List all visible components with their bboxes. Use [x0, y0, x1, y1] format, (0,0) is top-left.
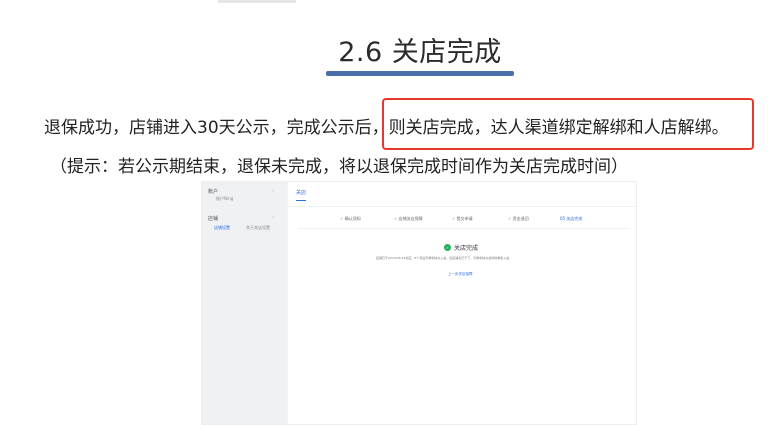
prev-step-link[interactable]: 上一步关店保障 — [448, 272, 473, 277]
body-line-2: （提示：若公示期结束，退保未完成，将以退保完成时间作为关店完成时间） — [50, 157, 628, 177]
check-circle-icon: ✓ — [444, 244, 451, 251]
title-underline — [326, 71, 514, 76]
step-4: ✓ 资金退回 — [508, 216, 529, 221]
steps-divider — [298, 228, 628, 229]
tab-underline — [296, 200, 306, 201]
highlight-box — [382, 98, 754, 150]
tab-close-shop[interactable]: 关店 — [296, 189, 306, 196]
sidebar-account[interactable]: 账户 — [208, 188, 218, 195]
step-1: ✓ 确认须知 — [340, 216, 361, 221]
step-5: 05 关店完成 — [560, 216, 583, 221]
sidebar-item-close-settings[interactable]: 关于关店设置 — [246, 225, 270, 231]
chevron-icon: › — [272, 188, 274, 194]
embedded-screenshot: 账户 账户Ning › 店铺 › 店铺设置 关于关店设置 关店 ✓ 确认须知 ✓… — [201, 181, 637, 425]
chevron-icon: › — [272, 215, 274, 221]
sidebar-section-shop[interactable]: 店铺 — [208, 215, 218, 222]
section-title: 2.6 关店完成 — [338, 37, 502, 68]
step-2: ✓ 店铺关店保障 — [394, 216, 423, 221]
sidebar: 账户 账户Ning › 店铺 › 店铺设置 关于关店设置 — [202, 182, 286, 424]
result-description: 店铺已于2023/03/14关店，8个月后可重新提交入驻，您店铺也已于下，可重新… — [376, 256, 510, 260]
main-panel: 关店 ✓ 确认须知 ✓ 店铺关店保障 ✓ 提交申请 ✓ 资金退回 05 关店完成… — [288, 182, 636, 424]
result-title: 关店完成 — [454, 245, 479, 252]
step-3: ✓ 提交申请 — [452, 216, 473, 221]
sidebar-account-sub: 账户Ning — [216, 196, 234, 201]
top-divider — [218, 0, 296, 3]
divider — [288, 206, 636, 207]
sidebar-item-shop-settings[interactable]: 店铺设置 — [214, 225, 230, 231]
